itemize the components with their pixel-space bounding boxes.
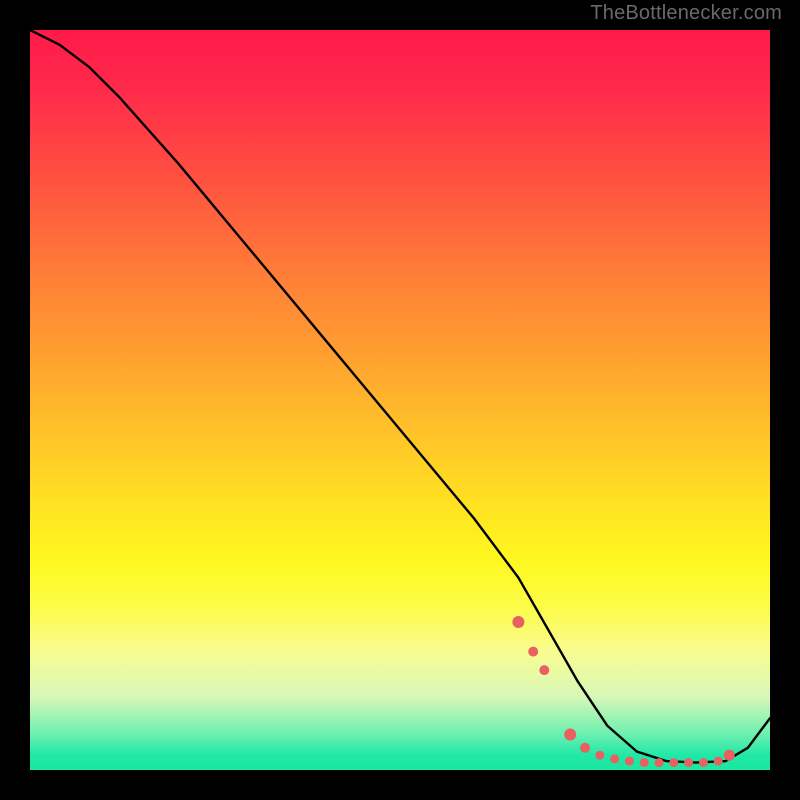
curve-marker [564,729,576,741]
curve-marker [724,750,735,761]
chart-plot-area [30,30,770,770]
curve-markers [512,616,734,767]
curve-marker [595,751,604,760]
curve-marker [655,758,664,767]
curve-marker [714,757,723,766]
curve-marker [669,758,678,767]
curve-marker [580,743,590,753]
chart-svg [30,30,770,770]
curve-marker [512,616,524,628]
curve-marker [684,758,693,767]
curve-marker [610,754,619,763]
curve-marker [625,757,634,766]
curve-marker [699,758,708,767]
attribution-text: TheBottlenecker.com [590,2,782,25]
curve-marker [539,665,549,675]
curve-marker [640,758,649,767]
curve-marker [528,647,538,657]
bottleneck-curve [30,30,770,763]
